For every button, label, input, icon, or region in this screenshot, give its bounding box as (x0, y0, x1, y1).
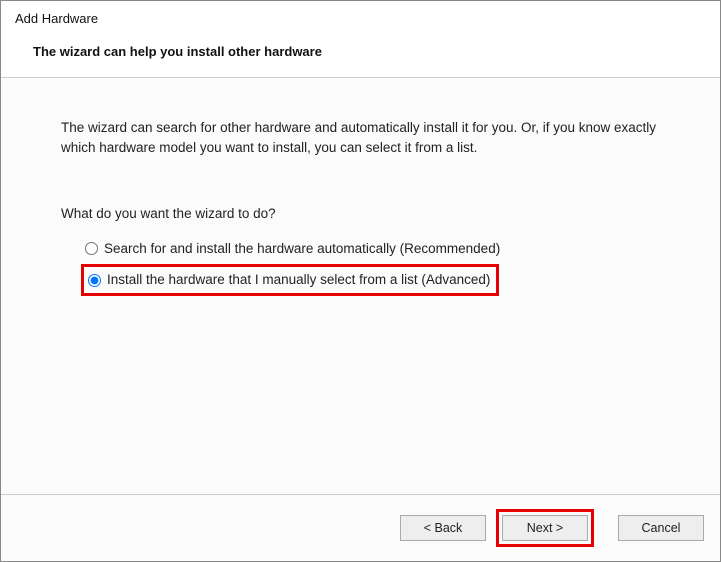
dialog-title: Add Hardware (15, 11, 706, 26)
dialog-body: The wizard can search for other hardware… (1, 78, 720, 494)
radio-manual-label[interactable]: Install the hardware that I manually sel… (107, 270, 490, 290)
next-button[interactable]: Next > (502, 515, 588, 541)
dialog-footer: < Back Next > Cancel (1, 494, 720, 561)
back-button[interactable]: < Back (400, 515, 486, 541)
radio-automatic[interactable] (85, 242, 98, 255)
dialog-header: Add Hardware The wizard can help you ins… (1, 1, 720, 78)
next-button-highlight: Next > (496, 509, 594, 547)
option-manual[interactable]: Install the hardware that I manually sel… (81, 264, 499, 296)
add-hardware-dialog: Add Hardware The wizard can help you ins… (0, 0, 721, 562)
option-automatic[interactable]: Search for and install the hardware auto… (81, 236, 660, 262)
cancel-button[interactable]: Cancel (618, 515, 704, 541)
question-text: What do you want the wizard to do? (61, 204, 660, 224)
radio-automatic-label[interactable]: Search for and install the hardware auto… (104, 239, 500, 259)
intro-text: The wizard can search for other hardware… (61, 118, 660, 159)
radio-group: Search for and install the hardware auto… (81, 236, 660, 299)
dialog-subtitle: The wizard can help you install other ha… (33, 44, 706, 59)
radio-manual[interactable] (88, 274, 101, 287)
